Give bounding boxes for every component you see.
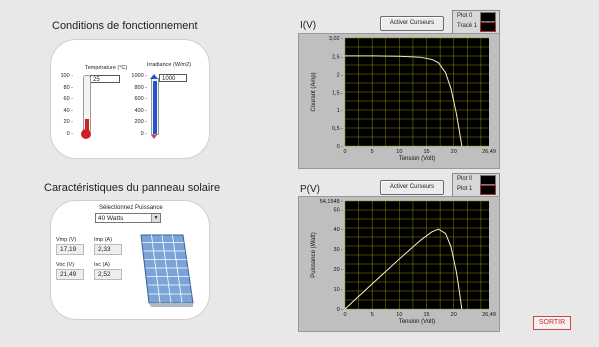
isc-value: 2,52 — [94, 269, 122, 280]
temperature-tick-label: 60 - — [63, 96, 73, 102]
iv-y-tick-label: 2,5 - — [332, 55, 343, 61]
iv-y-tick-label: 1,5 - — [332, 90, 343, 96]
pv-x-tick-label: 15 — [423, 312, 429, 318]
iv-y-tick-label: 3,02 - — [329, 36, 343, 42]
pv-y-tick-label: 40 - — [334, 227, 344, 233]
solar-panel-image — [140, 234, 194, 307]
voc-value: 21,49 — [56, 269, 84, 280]
iv-cursor-button[interactable]: Activer Curseurs — [380, 16, 444, 31]
irradiance-tick-label: 800 - — [134, 84, 147, 91]
pv-graph-frame: 0 5 10 15 20 26,49 0 - 10 - 20 - 30 - 40 - 50 - 54,1… — [298, 196, 500, 332]
temperature-tick-label: 100 - — [60, 73, 73, 79]
pv-legend-item-1[interactable]: Plot 1 — [453, 184, 499, 195]
exit-button[interactable]: SORTIR — [533, 316, 571, 330]
pv-legend-item-0[interactable]: Plot 0 — [453, 174, 499, 185]
iv-x-tick-label: 0 — [343, 149, 346, 155]
isc-label: Isc (A) — [94, 262, 110, 268]
thermometer-bulb — [81, 129, 91, 139]
temperature-label: Température (°C) — [85, 65, 128, 71]
pv-legend-swatch-1 — [480, 185, 496, 195]
pv-x-tick-label: 5 — [371, 312, 374, 318]
pv-y-tick-label: 10 - — [334, 287, 344, 293]
pv-legend-label-0: Plot 0 — [457, 176, 473, 182]
irradiance-label: Irradiance (W/m2) — [147, 62, 192, 68]
pv-y-tick-label: 30 - — [334, 247, 344, 253]
irradiance-tick-label: 1000 - — [131, 73, 147, 79]
iv-legend-label-1: Tracé 1 — [457, 23, 478, 29]
pv-cursor-button[interactable]: Activer Curseurs — [380, 180, 444, 195]
pv-chart: 0 5 10 15 20 26,49 0 - 10 - 20 - 30 - 40 - 50 - 54,1… — [311, 199, 496, 325]
pv-x-tick-label: 26,49 — [482, 312, 496, 318]
temperature-tick-label: 20 - — [63, 119, 73, 125]
iv-legend-swatch-1 — [480, 22, 496, 32]
iv-x-tick-label: 26,49 — [482, 149, 496, 155]
pv-legend-label-1: Plot 1 — [457, 186, 473, 192]
pv-x-tick-label: 0 — [343, 312, 346, 318]
pv-x-axis-label: Tension (Volt) — [399, 319, 435, 325]
irradiance-tick-label: 400 - — [134, 107, 147, 114]
irradiance-tick-label: 0 - — [140, 130, 147, 137]
select-power-label: Sélectionnez Puissance — [99, 205, 163, 211]
temperature-tick-label: 40 - — [63, 107, 73, 114]
pv-y-tick-label: 50 - — [334, 207, 344, 213]
pv-y-axis-label: Puissance (Watt) — [311, 232, 317, 277]
irradiance-fill — [153, 81, 157, 134]
iv-graph-frame: 0 5 10 15 20 26,49 0 - 0,5 - 1 - 1,5 - 2 - 2,5 - 3,0… — [298, 33, 500, 169]
chevron-down-icon[interactable]: ▼ — [151, 214, 160, 222]
voc-label: Voc (V) — [56, 262, 75, 268]
iv-graph-title: I(V) — [300, 20, 317, 31]
iv-x-tick-label: 10 — [396, 149, 402, 155]
temperature-scale: 100 - 80 - 60 - 40 - 20 - 0 - — [53, 73, 75, 137]
iv-legend-label-0: Plot 0 — [457, 13, 473, 19]
irradiance-tick-label: 200 - — [134, 119, 147, 125]
iv-y-tick-label: 0 - — [337, 144, 344, 150]
iv-x-tick-label: 20 — [451, 149, 457, 155]
vmp-value: 17,19 — [56, 244, 84, 255]
iv-legend[interactable]: Plot 0 Tracé 1 — [452, 10, 500, 34]
pv-x-tick-label: 20 — [451, 312, 457, 318]
panel-characteristics: Sélectionnez Puissance 40 Watts ▼ Vmp (V… — [50, 200, 210, 320]
temperature-input[interactable]: 25 — [90, 75, 120, 83]
irradiance-marker — [151, 135, 157, 139]
panel-title: Caractéristiques du panneau solaire — [44, 182, 221, 194]
iv-y-tick-label: 1 - — [337, 108, 344, 114]
irradiance-slider-handle[interactable] — [150, 74, 158, 79]
conditions-title: Conditions de fonctionnement — [52, 20, 198, 32]
pv-legend[interactable]: Plot 0 Plot 1 — [452, 173, 500, 197]
temperature-tick-label: 80 - — [63, 84, 73, 91]
thermometer-tube — [83, 75, 91, 133]
pv-y-tick-label: 0 - — [337, 307, 344, 313]
iv-y-tick-label: 0,5 - — [332, 126, 343, 132]
power-select-value: 40 Watts — [98, 215, 124, 222]
iv-legend-item-0[interactable]: Plot 0 — [453, 11, 499, 22]
pv-graph-title: P(V) — [300, 184, 320, 195]
pv-x-tick-label: 10 — [396, 312, 402, 318]
iv-y-tick-label: 2 - — [337, 72, 344, 78]
vmp-label: Vmp (V) — [56, 237, 77, 243]
iv-x-axis-label: Tension (Volt) — [399, 156, 435, 162]
iv-x-tick-label: 15 — [423, 149, 429, 155]
irradiance-input[interactable]: 1000 — [159, 74, 187, 82]
pv-y-tick-label: 20 - — [334, 267, 344, 273]
iv-chart: 0 5 10 15 20 26,49 0 - 0,5 - 1 - 1,5 - 2 - 2,5 - 3,0… — [311, 36, 496, 162]
imp-label: Imp (A) — [94, 237, 113, 243]
imp-value: 2,33 — [94, 244, 122, 255]
irradiance-scale: 1000 - 800 - 600 - 400 - 200 - 0 - — [119, 73, 149, 137]
power-select[interactable]: 40 Watts ▼ — [95, 213, 161, 223]
pv-y-tick-label: 54,1548 - — [320, 199, 343, 205]
iv-legend-item-1[interactable]: Tracé 1 — [453, 21, 499, 32]
iv-x-tick-label: 5 — [371, 149, 374, 155]
iv-y-axis-label: Courant (Amp) — [311, 72, 317, 111]
irradiance-track — [151, 78, 159, 135]
temperature-tick-label: 0 - — [66, 130, 73, 137]
irradiance-tick-label: 600 - — [134, 96, 147, 102]
conditions-panel: Température (°C) 25 100 - 80 - 60 - 40 - 20 … — [50, 39, 210, 159]
